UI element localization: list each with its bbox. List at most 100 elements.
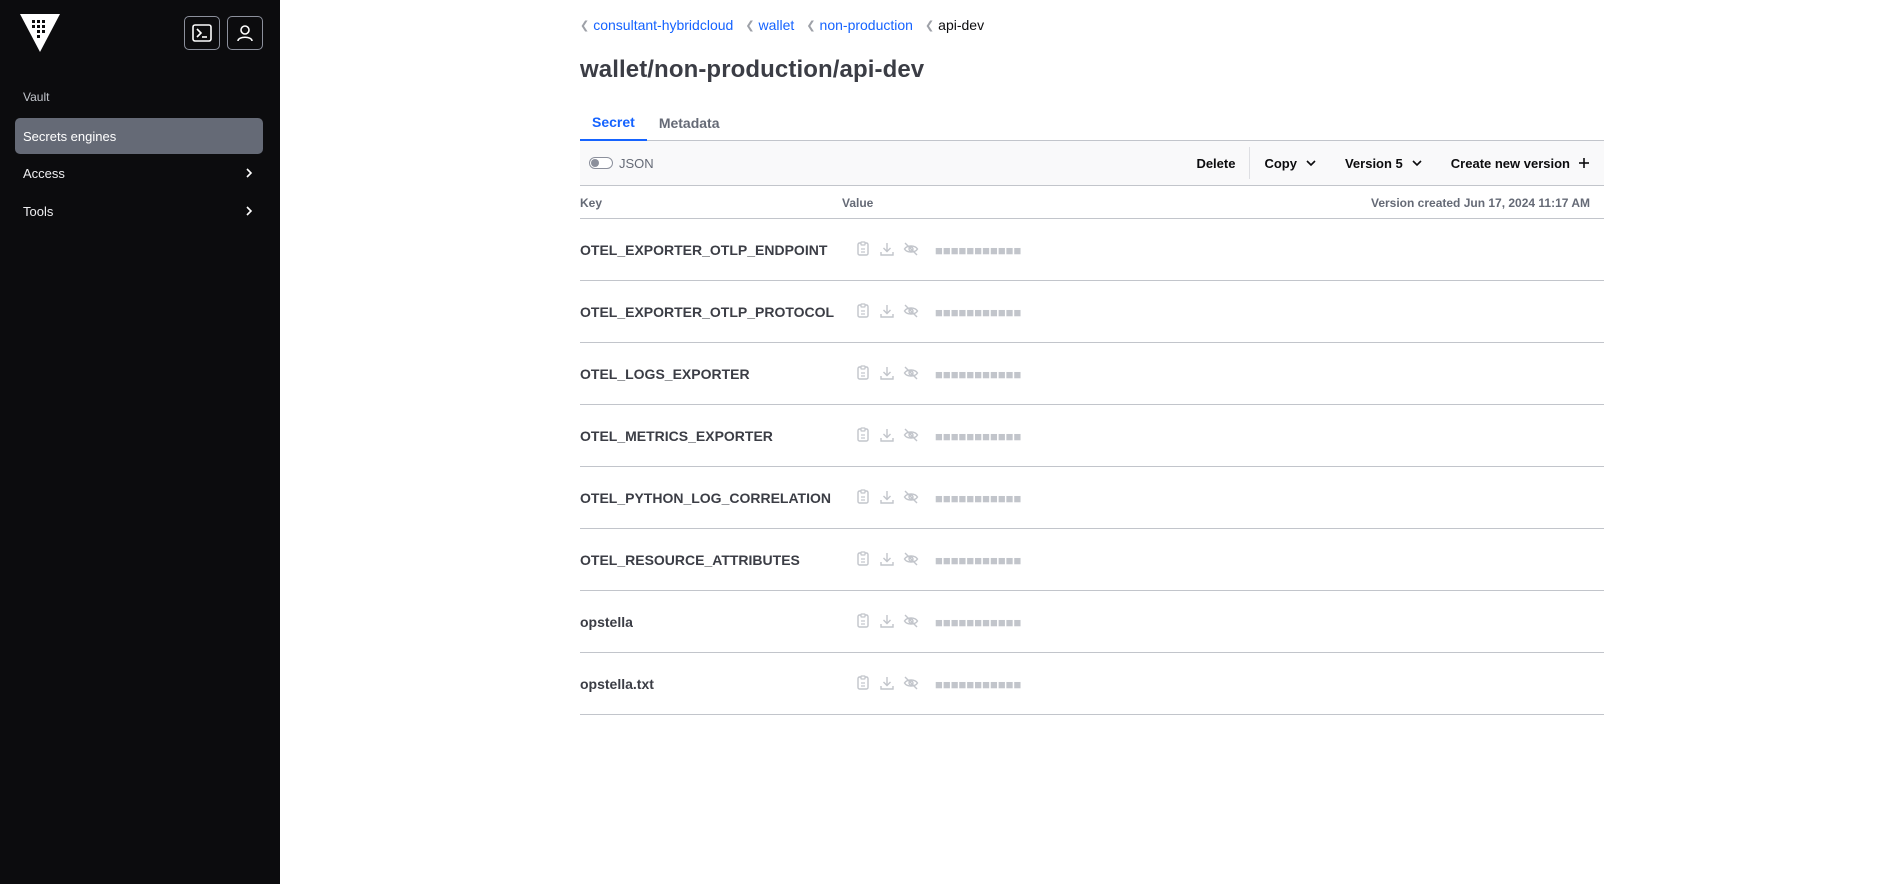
table-row: OTEL_EXPORTER_OTLP_PROTOCOL ■■■■■■■■■■■ [580, 281, 1604, 343]
toggle-switch[interactable] [589, 157, 613, 169]
eye-off-icon[interactable] [903, 489, 919, 505]
row-actions [855, 365, 927, 381]
eye-off-icon[interactable] [903, 365, 919, 381]
chevron-left-icon: ❮ [580, 19, 590, 32]
download-icon[interactable] [879, 427, 895, 443]
console-button[interactable] [184, 16, 220, 50]
download-icon[interactable] [879, 303, 895, 319]
breadcrumb: ❮ consultant-hybridcloud ❮ wallet ❮ non-… [580, 17, 996, 33]
eye-off-icon[interactable] [903, 613, 919, 629]
version-label: Version 5 [1344, 155, 1403, 171]
copy-icon[interactable] [855, 551, 871, 567]
tab-metadata[interactable]: Metadata [647, 104, 732, 141]
table-row: opstella ■■■■■■■■■■■ [580, 591, 1604, 653]
breadcrumb-link-consultant-hybridcloud[interactable]: consultant-hybridcloud [593, 17, 733, 33]
row-actions [855, 551, 927, 567]
sidebar-item-label: Secrets engines [23, 128, 117, 144]
eye-off-icon[interactable] [903, 303, 919, 319]
tab-secret[interactable]: Secret [580, 104, 647, 141]
json-toggle-label: JSON [619, 155, 654, 171]
copy-icon[interactable] [855, 427, 871, 443]
user-icon [237, 25, 253, 42]
version-created-timestamp: Version created Jun 17, 2024 11:17 AM [1370, 196, 1590, 210]
row-actions [855, 303, 927, 319]
masked-value: ■■■■■■■■■■■ [935, 367, 1022, 382]
breadcrumb-link-wallet[interactable]: wallet [759, 17, 795, 33]
version-dropdown-button[interactable]: Version 5 [1331, 141, 1437, 186]
copy-icon[interactable] [855, 365, 871, 381]
create-new-version-button[interactable]: Create new version [1437, 141, 1604, 186]
secret-key: OTEL_RESOURCE_ATTRIBUTES [580, 552, 800, 568]
tab-bar: Secret Metadata [580, 104, 1604, 141]
masked-value: ■■■■■■■■■■■ [935, 491, 1022, 506]
page-title: wallet/non-production/api-dev [580, 56, 925, 83]
secret-key: OTEL_METRICS_EXPORTER [580, 428, 773, 444]
eye-off-icon[interactable] [903, 241, 919, 257]
user-menu-button[interactable] [227, 16, 263, 50]
row-actions [855, 613, 927, 629]
eye-off-icon[interactable] [903, 427, 919, 443]
download-icon[interactable] [879, 241, 895, 257]
chevron-left-icon: ❮ [924, 19, 935, 32]
row-actions [855, 489, 927, 505]
chevron-right-icon [246, 168, 253, 178]
eye-off-icon[interactable] [903, 551, 919, 567]
breadcrumb-current: api-dev [938, 17, 985, 33]
table-row: opstella.txt ■■■■■■■■■■■ [580, 653, 1604, 715]
plus-icon [1579, 158, 1589, 168]
sidebar-item-tools[interactable]: Tools [15, 193, 263, 229]
masked-value: ■■■■■■■■■■■ [935, 429, 1022, 444]
masked-value: ■■■■■■■■■■■ [935, 305, 1022, 320]
download-icon[interactable] [879, 613, 895, 629]
value-column-header: Value [842, 196, 874, 210]
table-row: OTEL_EXPORTER_OTLP_ENDPOINT ■■■■■■■■■■■ [580, 219, 1604, 281]
copy-dropdown-button[interactable]: Copy [1250, 141, 1331, 186]
download-icon[interactable] [879, 365, 895, 381]
sidebar-item-label: Access [23, 165, 65, 181]
copy-icon[interactable] [855, 241, 871, 257]
delete-label: Delete [1196, 155, 1236, 171]
delete-button[interactable]: Delete [1182, 141, 1249, 186]
secret-key: OTEL_PYTHON_LOG_CORRELATION [580, 490, 831, 506]
key-column-header: Key [580, 196, 603, 210]
sidebar-item-access[interactable]: Access [15, 155, 263, 191]
copy-icon[interactable] [855, 303, 871, 319]
download-icon[interactable] [879, 489, 895, 505]
table-row: OTEL_PYTHON_LOG_CORRELATION ■■■■■■■■■■■ [580, 467, 1604, 529]
masked-value: ■■■■■■■■■■■ [935, 615, 1022, 630]
secret-key: OTEL_EXPORTER_OTLP_ENDPOINT [580, 242, 828, 258]
eye-off-icon[interactable] [903, 675, 919, 691]
create-label: Create new version [1450, 155, 1570, 171]
copy-icon[interactable] [855, 489, 871, 505]
copy-icon[interactable] [855, 675, 871, 691]
json-toggle[interactable]: JSON [589, 156, 654, 171]
chevron-left-icon: ❮ [806, 19, 816, 32]
masked-value: ■■■■■■■■■■■ [935, 243, 1022, 258]
breadcrumb-item: ❮ non-production [806, 17, 913, 33]
row-actions [855, 427, 927, 443]
sidebar: Vault Secrets engines Access Tools [0, 0, 280, 884]
copy-icon[interactable] [855, 613, 871, 629]
breadcrumb-link-non-production[interactable]: non-production [820, 17, 913, 33]
secret-key: OTEL_EXPORTER_OTLP_PROTOCOL [580, 304, 835, 320]
secrets-table: OTEL_EXPORTER_OTLP_ENDPOINT ■■■■■■■■■■■ … [580, 219, 1604, 715]
breadcrumb-item: ❮ api-dev [925, 17, 984, 33]
table-row: OTEL_METRICS_EXPORTER ■■■■■■■■■■■ [580, 405, 1604, 467]
table-row: OTEL_LOGS_EXPORTER ■■■■■■■■■■■ [580, 343, 1604, 405]
masked-value: ■■■■■■■■■■■ [935, 553, 1022, 568]
row-actions [855, 675, 927, 691]
download-icon[interactable] [879, 675, 895, 691]
table-row: OTEL_RESOURCE_ATTRIBUTES ■■■■■■■■■■■ [580, 529, 1604, 591]
sidebar-item-secrets-engines[interactable]: Secrets engines [15, 118, 263, 154]
chevron-down-icon [1306, 160, 1316, 167]
masked-value: ■■■■■■■■■■■ [935, 677, 1022, 692]
chevron-down-icon [1412, 160, 1422, 167]
secret-key: opstella [580, 614, 633, 630]
vault-logo-icon[interactable] [20, 14, 60, 52]
secret-key: opstella.txt [580, 676, 654, 692]
download-icon[interactable] [879, 551, 895, 567]
toolbar: JSON Delete Copy Version 5 Create new ve… [580, 141, 1604, 186]
main-content: ❮ consultant-hybridcloud ❮ wallet ❮ non-… [280, 0, 1901, 884]
table-header: Key Value Version created Jun 17, 2024 1… [580, 186, 1604, 219]
chevron-right-icon [246, 206, 253, 216]
